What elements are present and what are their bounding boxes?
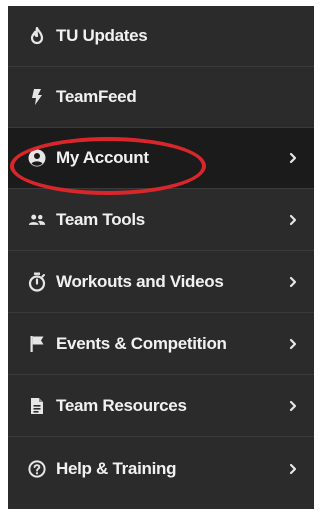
document-icon [28, 397, 46, 415]
menu-item-my-account[interactable]: My Account [8, 128, 314, 189]
flame-icon [28, 27, 46, 45]
chevron-right-icon [289, 463, 297, 474]
menu-item-label: Team Resources [56, 396, 187, 415]
flag-icon [28, 335, 46, 353]
menu-item-label: My Account [56, 148, 149, 167]
menu-item-team-tools[interactable]: Team Tools [8, 190, 314, 251]
menu-item-label: TeamFeed [56, 87, 137, 106]
people-icon [28, 211, 46, 229]
menu-item-workouts-and-videos[interactable]: Workouts and Videos [8, 252, 314, 313]
help-circle-icon [28, 459, 46, 478]
user-circle-icon [28, 149, 46, 167]
stopwatch-icon [28, 272, 46, 292]
chevron-right-icon [289, 214, 297, 226]
menu-item-teamfeed[interactable]: TeamFeed [8, 67, 314, 128]
menu-item-label: TU Updates [56, 26, 148, 45]
menu-item-events-and-competition[interactable]: Events & Competition [8, 314, 314, 375]
menu-item-label: Events & Competition [56, 334, 227, 353]
side-menu: TU Updates TeamFeed My Account Team Tool… [8, 6, 314, 509]
chevron-right-icon [289, 400, 297, 412]
chevron-right-icon [289, 338, 297, 350]
menu-item-team-resources[interactable]: Team Resources [8, 376, 314, 437]
menu-item-label: Workouts and Videos [56, 272, 224, 291]
chevron-right-icon [289, 276, 297, 288]
menu-item-help-and-training[interactable]: Help & Training [8, 438, 314, 499]
menu-item-tu-updates[interactable]: TU Updates [8, 6, 314, 67]
lightning-icon [28, 88, 46, 106]
menu-item-label: Team Tools [56, 210, 145, 229]
chevron-right-icon [289, 152, 297, 164]
menu-item-label: Help & Training [56, 458, 177, 478]
screenshot-frame: TU Updates TeamFeed My Account Team Tool… [0, 0, 314, 519]
